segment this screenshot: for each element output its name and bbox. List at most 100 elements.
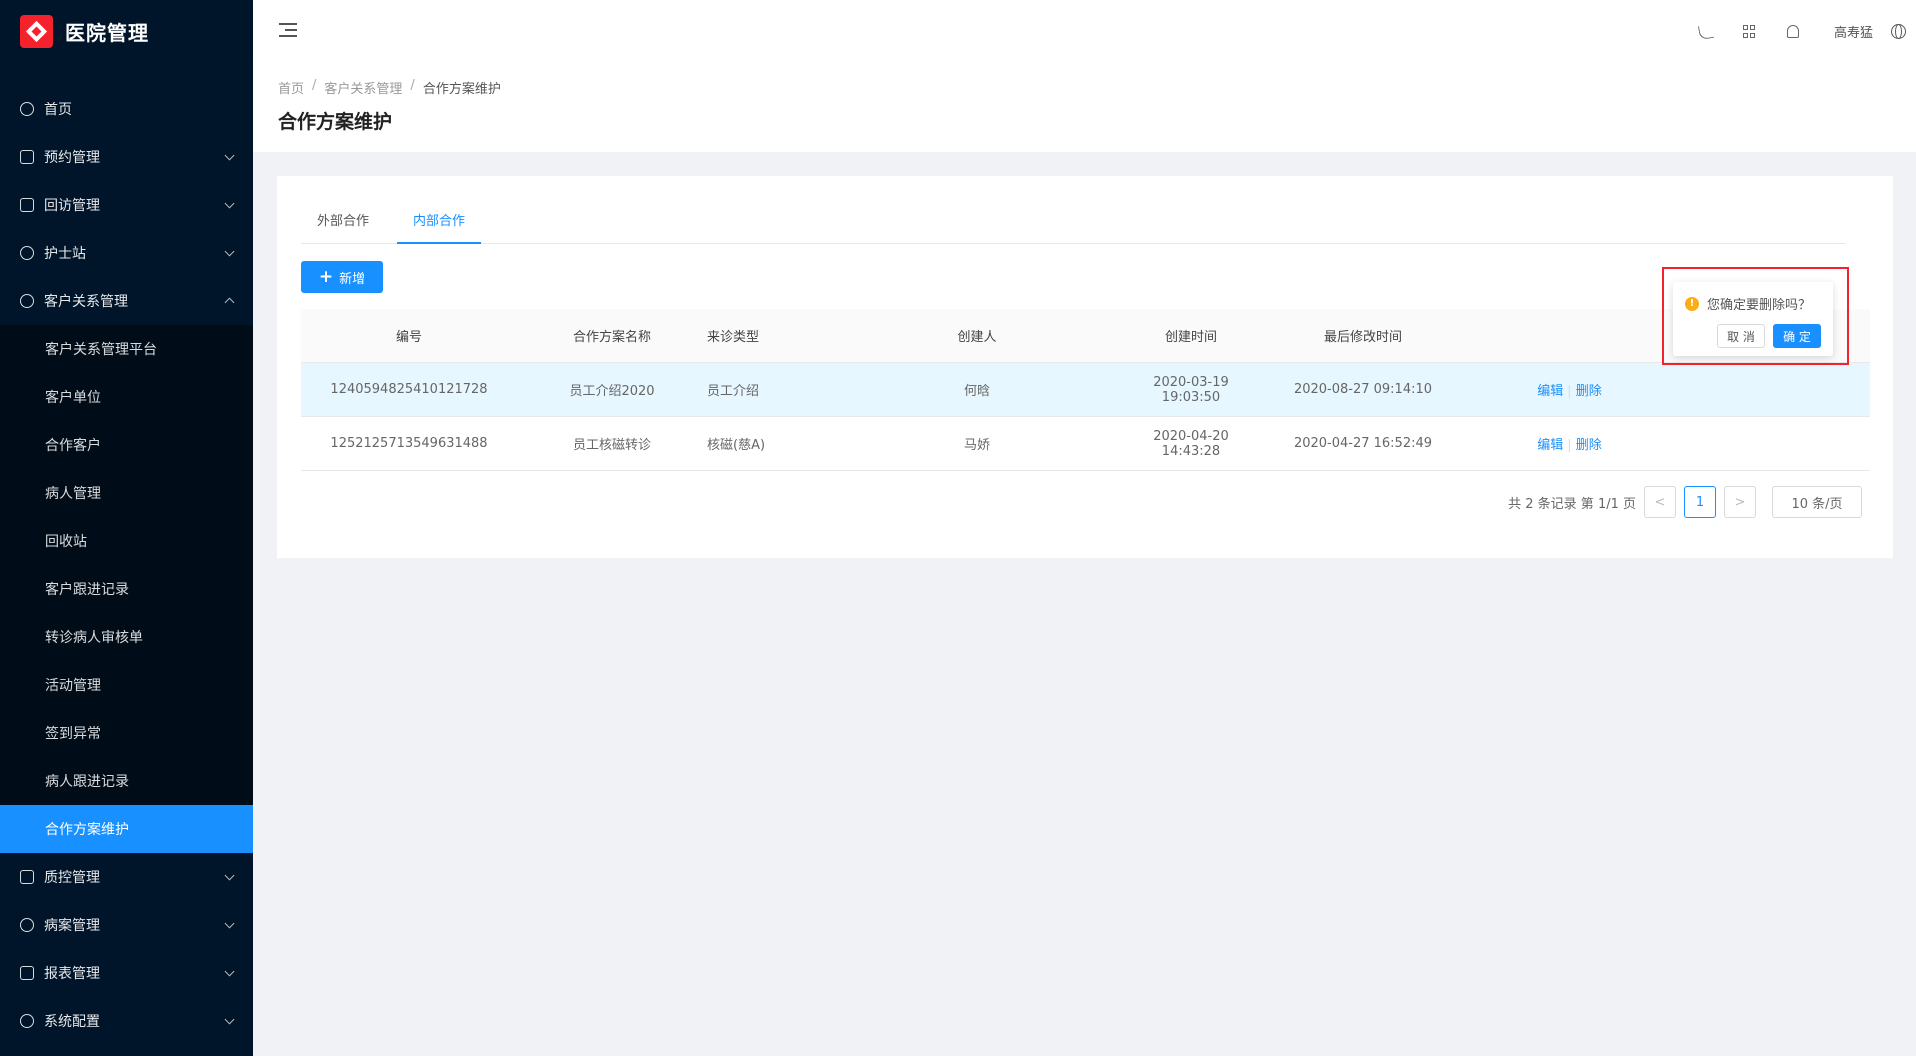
next-page-button[interactable]: > — [1724, 486, 1756, 518]
popconfirm-message: ! 您确定要删除吗？ — [1685, 294, 1811, 313]
chevron-down-icon — [224, 198, 235, 208]
delete-popconfirm: ! 您确定要删除吗？ 取 消 确 定 — [1673, 282, 1833, 356]
sidebar-item-nurse-station[interactable]: 护士站 — [0, 229, 253, 277]
sidebar-subitem[interactable]: 合作客户 — [0, 421, 253, 469]
page-number[interactable]: 1 — [1684, 486, 1716, 518]
cell-actions: 编辑 | 删除 — [1491, 380, 1648, 399]
sidebar-subitem[interactable]: 客户跟进记录 — [0, 565, 253, 613]
cell-type: 员工介绍 — [707, 384, 760, 399]
sidebar-subitem[interactable]: 客户关系管理平台 — [0, 325, 253, 373]
delete-link[interactable]: 删除 — [1576, 384, 1602, 399]
delete-link[interactable]: 删除 — [1576, 438, 1602, 453]
cell-name: 员工核磁转诊 — [572, 438, 651, 453]
user-name[interactable]: 高寿猛 — [1834, 22, 1873, 41]
sidebar-subitem[interactable]: 客户单位 — [0, 373, 253, 421]
table-header: 编号 合作方案名称 来诊类型 创建人 创建时间 最后修改时间 — [301, 309, 1870, 363]
divider: | — [1567, 384, 1572, 399]
crm-submenu: 客户关系管理平台 客户单位 合作客户 病人管理 回收站 客户跟进记录 转诊病人审… — [0, 325, 253, 853]
sidebar-item-appointment[interactable]: 预约管理 — [0, 133, 253, 181]
chevron-down-icon — [224, 966, 235, 976]
popconfirm-text: 您确定要删除吗？ — [1707, 298, 1812, 313]
cell-created: 2020-03-19 19:03:50 — [1153, 374, 1229, 405]
tab-internal[interactable]: 内部合作 — [397, 206, 482, 244]
sidebar-subitem-active[interactable]: 合作方案维护 — [0, 805, 253, 853]
confirm-button[interactable]: 确 定 — [1773, 324, 1821, 348]
data-table: 编号 合作方案名称 来诊类型 创建人 创建时间 最后修改时间 124059482… — [301, 309, 1870, 471]
table-row[interactable]: 1240594825410121728 员工介绍2020 员工介绍 何晗 202… — [301, 363, 1870, 417]
header-actions: 高寿猛 — [1684, 0, 1916, 63]
phone-icon[interactable] — [1697, 23, 1715, 40]
sidebar-item-label: 客户关系管理 — [44, 294, 128, 310]
cell-creator: 马娇 — [963, 438, 990, 453]
sidebar-item-label: 护士站 — [44, 246, 86, 262]
sidebar-item-crm[interactable]: 客户关系管理 — [0, 277, 253, 325]
column-header: 来诊类型 — [707, 330, 760, 345]
sidebar-subitem[interactable]: 病人管理 — [0, 469, 253, 517]
top-header: 高寿猛 — [253, 0, 1916, 63]
lock-icon — [20, 198, 34, 212]
sidebar-subitem[interactable]: 病人跟进记录 — [0, 757, 253, 805]
sidebar-item-records[interactable]: 病案管理 — [0, 901, 253, 949]
column-header: 创建人 — [957, 330, 997, 345]
user-icon — [20, 918, 34, 932]
sidebar-subitem[interactable]: 回收站 — [0, 517, 253, 565]
edit-link[interactable]: 编辑 — [1537, 438, 1563, 453]
column-header: 合作方案名称 — [572, 330, 651, 345]
sidebar-item-label: 首页 — [44, 102, 72, 118]
bell-icon[interactable] — [1786, 25, 1799, 38]
sidebar-subitem[interactable]: 签到异常 — [0, 709, 253, 757]
cell-creator: 何晗 — [963, 384, 990, 399]
hospital-logo-icon — [20, 15, 53, 48]
user-icon — [20, 294, 34, 308]
add-button-label: 新增 — [339, 271, 366, 287]
user-icon — [20, 246, 34, 260]
sidebar-item-reports[interactable]: 报表管理 — [0, 949, 253, 997]
pagination: 共 2 条记录 第 1/1 页 < 1 > 10 条/页 — [1508, 486, 1862, 518]
warning-icon: ! — [1685, 296, 1699, 311]
edit-link[interactable]: 编辑 — [1537, 384, 1563, 399]
sidebar-subitem[interactable]: 活动管理 — [0, 661, 253, 709]
breadcrumb-item[interactable]: 首页 — [278, 78, 304, 97]
content-card: 外部合作 内部合作 + 新增 编号 合作方案名称 来诊类型 创建人 创建时间 最… — [277, 176, 1893, 558]
sidebar-item-system[interactable]: 系统配置 — [0, 997, 253, 1045]
column-header: 编号 — [395, 330, 422, 345]
chevron-down-icon — [224, 870, 235, 880]
column-header: 最后修改时间 — [1323, 330, 1402, 345]
chevron-down-icon — [224, 150, 235, 160]
table-row[interactable]: 1252125713549631488 员工核磁转诊 核磁(慈A) 马娇 202… — [301, 417, 1870, 471]
prev-page-button[interactable]: < — [1644, 486, 1676, 518]
chevron-up-icon — [224, 297, 235, 308]
cell-actions: 编辑 | 删除 — [1491, 434, 1648, 453]
cell-modified: 2020-04-27 16:52:49 — [1293, 436, 1433, 451]
edit-icon — [20, 150, 34, 164]
popconfirm-actions: 取 消 确 定 — [1717, 324, 1821, 348]
sidebar-item-label: 预约管理 — [44, 150, 100, 166]
app-title: 医院管理 — [65, 21, 149, 45]
breadcrumb-item[interactable]: 客户关系管理 — [324, 78, 402, 97]
add-button[interactable]: + 新增 — [301, 261, 383, 293]
sidebar-item-quality[interactable]: 质控管理 — [0, 853, 253, 901]
sidebar-item-home[interactable]: 首页 — [0, 85, 253, 133]
cell-name: 员工介绍2020 — [569, 384, 655, 399]
page-size-select[interactable]: 10 条/页 — [1772, 486, 1862, 518]
sidebar-item-label: 回访管理 — [44, 198, 100, 214]
menu-fold-icon[interactable] — [279, 23, 297, 39]
logo[interactable]: 医院管理 — [0, 0, 253, 63]
sidebar-item-followup[interactable]: 回访管理 — [0, 181, 253, 229]
cell-id: 1240594825410121728 — [330, 382, 488, 397]
globe-icon[interactable] — [1891, 24, 1906, 39]
tab-external[interactable]: 外部合作 — [301, 206, 385, 244]
edit-icon — [20, 966, 34, 980]
sidebar: 医院管理 首页 预约管理 回访管理 护士站 客户关系管理 客户关系管理平台 客户… — [0, 0, 253, 1056]
sidebar-subitem[interactable]: 转诊病人审核单 — [0, 613, 253, 661]
sidebar-menu: 首页 预约管理 回访管理 护士站 客户关系管理 客户关系管理平台 客户单位 合作… — [0, 85, 253, 1045]
page-title: 合作方案维护 — [278, 111, 393, 133]
home-icon — [20, 102, 34, 116]
chevron-down-icon — [224, 1014, 235, 1024]
apps-icon[interactable] — [1742, 24, 1757, 39]
breadcrumb-separator: / — [312, 78, 317, 93]
sidebar-item-label: 病案管理 — [44, 918, 100, 934]
page-header: 首页 / 客户关系管理 / 合作方案维护 合作方案维护 — [253, 63, 1916, 152]
cell-modified: 2020-08-27 09:14:10 — [1293, 382, 1433, 397]
cancel-button[interactable]: 取 消 — [1717, 324, 1765, 348]
